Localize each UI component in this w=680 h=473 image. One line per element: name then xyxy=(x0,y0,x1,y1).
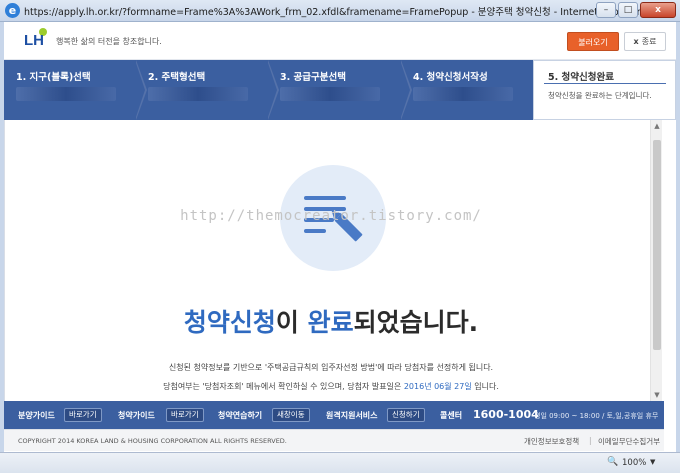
completion-description-1: 신청된 청약정보를 기반으로 '주택공급규칙의 입주자선정 방법'에 따라 당첨… xyxy=(168,363,494,372)
content-scrollbar[interactable]: ▲ ▼ xyxy=(650,120,662,401)
scroll-up-icon[interactable]: ▲ xyxy=(651,120,663,132)
remote-support-label: 원격지원서비스 xyxy=(326,411,378,420)
window-title: https://apply.lh.or.kr/?formname=Frame%3… xyxy=(24,7,641,18)
step-divider-inner xyxy=(267,60,277,120)
zoom-icon[interactable]: 🔍 xyxy=(607,457,618,467)
sales-guide-label: 분양가이드 xyxy=(18,411,55,420)
step-4: 4. 청약신청서작성 xyxy=(401,60,533,120)
announcement-date: 2016년 06월 27일 xyxy=(403,382,472,391)
window-controls: – □ x xyxy=(596,2,676,18)
header-slogan: 행복한 삶의 터전을 창조합니다. xyxy=(56,37,162,46)
completion-description-2: 당첨여부는 '당첨자조회' 메뉴에서 확인하실 수 있으며, 당첨자 발표일은 … xyxy=(5,381,657,392)
copyright-bar: COPYRIGHT 2014 KOREA LAND & HOUSING CORP… xyxy=(4,429,664,451)
lh-logo[interactable]: LH xyxy=(24,32,44,49)
description-text: 당첨여부는 '당첨자조회' 메뉴에서 확인하실 수 있으며, 당첨자 발표일은 xyxy=(163,382,404,391)
completion-heading: 청약신청이 완료되었습니다. xyxy=(5,303,657,339)
description-text: 입니다. xyxy=(471,382,499,391)
step-label: 3. 공급구분선택 xyxy=(280,72,346,83)
scroll-thumb[interactable] xyxy=(653,140,661,350)
site-header: LH 행복한 삶의 터전을 창조합니다. 불러오기 x 종료 xyxy=(4,23,676,60)
step-value-redacted xyxy=(280,87,380,101)
window-titlebar: e https://apply.lh.or.kr/?formname=Frame… xyxy=(0,0,680,22)
step-2: 2. 주택형선택 xyxy=(136,60,279,120)
privacy-policy-link[interactable]: 개인정보보호정책 xyxy=(524,436,579,447)
exit-button-label: 종료 xyxy=(641,37,657,46)
minimize-button[interactable]: – xyxy=(596,2,616,18)
scroll-down-icon[interactable]: ▼ xyxy=(651,389,663,401)
heading-highlight: 완료 xyxy=(307,308,354,337)
step-divider-inner xyxy=(400,60,410,120)
sales-guide-link[interactable]: 바로가기 xyxy=(64,408,102,422)
close-icon: x xyxy=(633,37,639,46)
subscription-guide-link[interactable]: 바로가기 xyxy=(166,408,204,422)
content-right-gutter xyxy=(664,120,676,452)
practice-link[interactable]: 새창이동 xyxy=(272,408,310,422)
browser-statusbar: 🔍 100% ▼ xyxy=(0,452,680,473)
step-label: 1. 지구(블록)선택 xyxy=(16,72,91,83)
step-label: 2. 주택형선택 xyxy=(148,72,206,83)
step-label: 4. 청약신청서작성 xyxy=(413,72,488,83)
remote-support-link[interactable]: 신청하기 xyxy=(387,408,425,422)
step-label: 5. 청약신청완료 xyxy=(548,72,614,83)
footer-nav: 분양가이드 바로가기 청약가이드 바로가기 청약연습하기 새창이동 원격지원서비… xyxy=(4,401,664,429)
heading-text: 이 xyxy=(275,308,308,337)
step-underline xyxy=(544,83,666,84)
ie-logo-icon: e xyxy=(5,3,20,18)
zoom-level[interactable]: 100% xyxy=(622,458,646,468)
email-policy-link[interactable]: 이메일무단수집거부 xyxy=(598,436,660,447)
window-frame-right xyxy=(676,22,680,452)
window-close-button[interactable]: x xyxy=(640,2,676,18)
call-center-phone: 1600-1004 xyxy=(473,408,539,421)
step-divider-inner xyxy=(135,60,145,120)
step-1: 1. 지구(블록)선택 xyxy=(4,60,147,120)
exit-button[interactable]: x 종료 xyxy=(624,32,666,51)
watermark-text: http://themocreator.tistory.com/ xyxy=(180,208,482,224)
step-description: 청약신청을 완료하는 단계입니다. xyxy=(548,91,652,100)
step-5-active: 5. 청약신청완료 청약신청을 완료하는 단계입니다. xyxy=(533,60,676,120)
step-value-redacted xyxy=(16,87,116,101)
step-progress-bar: 1. 지구(블록)선택 2. 주택형선택 3. 공급구분선택 4. 청약신청서작… xyxy=(4,60,676,120)
practice-label: 청약연습하기 xyxy=(218,411,263,420)
call-center-label: 콜센터 xyxy=(440,411,463,420)
step-3: 3. 공급구분선택 xyxy=(268,60,412,120)
heading-text: 되었습니다. xyxy=(353,308,479,337)
main-content: http://themocreator.tistory.com/ 청약신청이 완… xyxy=(4,120,664,401)
link-separator: | xyxy=(589,436,592,445)
subscription-guide-label: 청약가이드 xyxy=(118,411,155,420)
call-center-hours: 평일 09:00 ~ 18:00 / 토,일,공휴일 휴무 xyxy=(534,412,659,420)
heading-highlight: 청약신청 xyxy=(183,308,276,337)
copyright-text: COPYRIGHT 2014 KOREA LAND & HOUSING CORP… xyxy=(18,437,287,445)
chevron-down-icon[interactable]: ▼ xyxy=(650,458,655,466)
load-button[interactable]: 불러오기 xyxy=(567,32,619,51)
step-value-redacted xyxy=(413,87,513,101)
maximize-button[interactable]: □ xyxy=(618,2,638,18)
step-value-redacted xyxy=(148,87,248,101)
